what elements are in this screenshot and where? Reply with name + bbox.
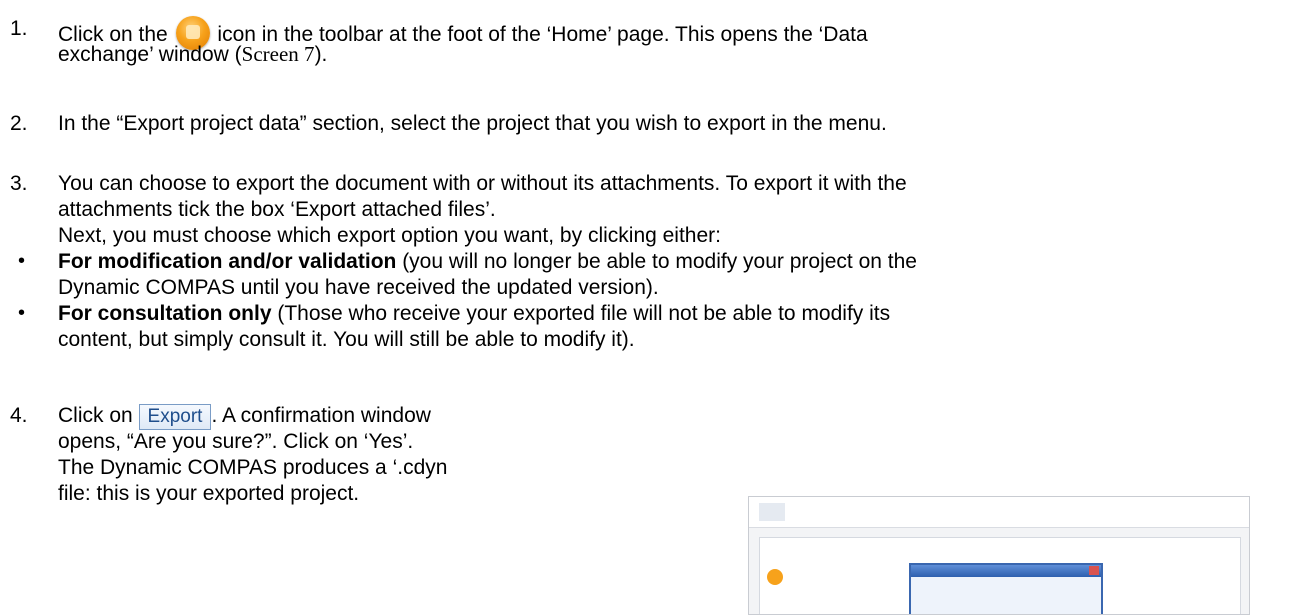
bullet-text: (you will no longer be able to modify yo… xyxy=(396,250,917,273)
step-3-line-3: Next, you must choose which export optio… xyxy=(58,224,721,247)
bullet-line-2: content, but simply consult it. You will… xyxy=(58,328,635,351)
bullet-icon: • xyxy=(18,250,26,272)
step-4-line-4: file: this is your exported project. xyxy=(58,482,360,505)
step-1-line-2: exchange’ window (Screen 7). xyxy=(58,42,327,67)
bullet-icon: • xyxy=(18,302,26,324)
step-number: 3. xyxy=(10,172,28,195)
data-exchange-icon xyxy=(767,569,783,585)
bullet-bold: For consultation only xyxy=(58,302,272,325)
thumbnail-header xyxy=(749,497,1249,528)
step-text: Click on xyxy=(58,404,133,427)
step-number: 4. xyxy=(10,404,28,427)
step-4-line-1: Click on Export. A confirmation window xyxy=(58,403,431,430)
step-3-line-1: You can choose to export the document wi… xyxy=(58,172,907,195)
close-icon xyxy=(1089,566,1099,575)
bullet-line-1: For consultation only (Those who receive… xyxy=(58,301,890,326)
screen-reference: Screen 7 xyxy=(241,42,315,66)
bullet-text: (Those who receive your exported file wi… xyxy=(271,302,891,325)
bullet-line-2: Dynamic COMPAS until you have received t… xyxy=(58,276,659,299)
step-text: ). xyxy=(314,43,328,66)
step-2-text: In the “Export project data” section, se… xyxy=(58,112,887,135)
step-text: exchange’ window ( xyxy=(58,43,242,66)
app-logo xyxy=(759,503,785,521)
screenshot-thumbnail xyxy=(748,496,1250,615)
dialog-title-bar xyxy=(911,565,1101,577)
step-number: 1. xyxy=(10,17,28,40)
step-3-line-2: attachments tick the box ‘Export attache… xyxy=(58,198,496,221)
step-text: . A confirmation window xyxy=(211,404,431,427)
bullet-line-1: For modification and/or validation (you … xyxy=(58,249,917,274)
bullet-bold: For modification and/or validation xyxy=(58,250,397,273)
step-number: 2. xyxy=(10,112,28,135)
step-4-line-3: The Dynamic COMPAS produces a ‘.cdyn xyxy=(58,456,448,479)
step-4-line-2: opens, “Are you sure?”. Click on ‘Yes’. xyxy=(58,430,414,453)
export-button[interactable]: Export xyxy=(138,404,212,430)
confirmation-dialog xyxy=(909,563,1103,614)
